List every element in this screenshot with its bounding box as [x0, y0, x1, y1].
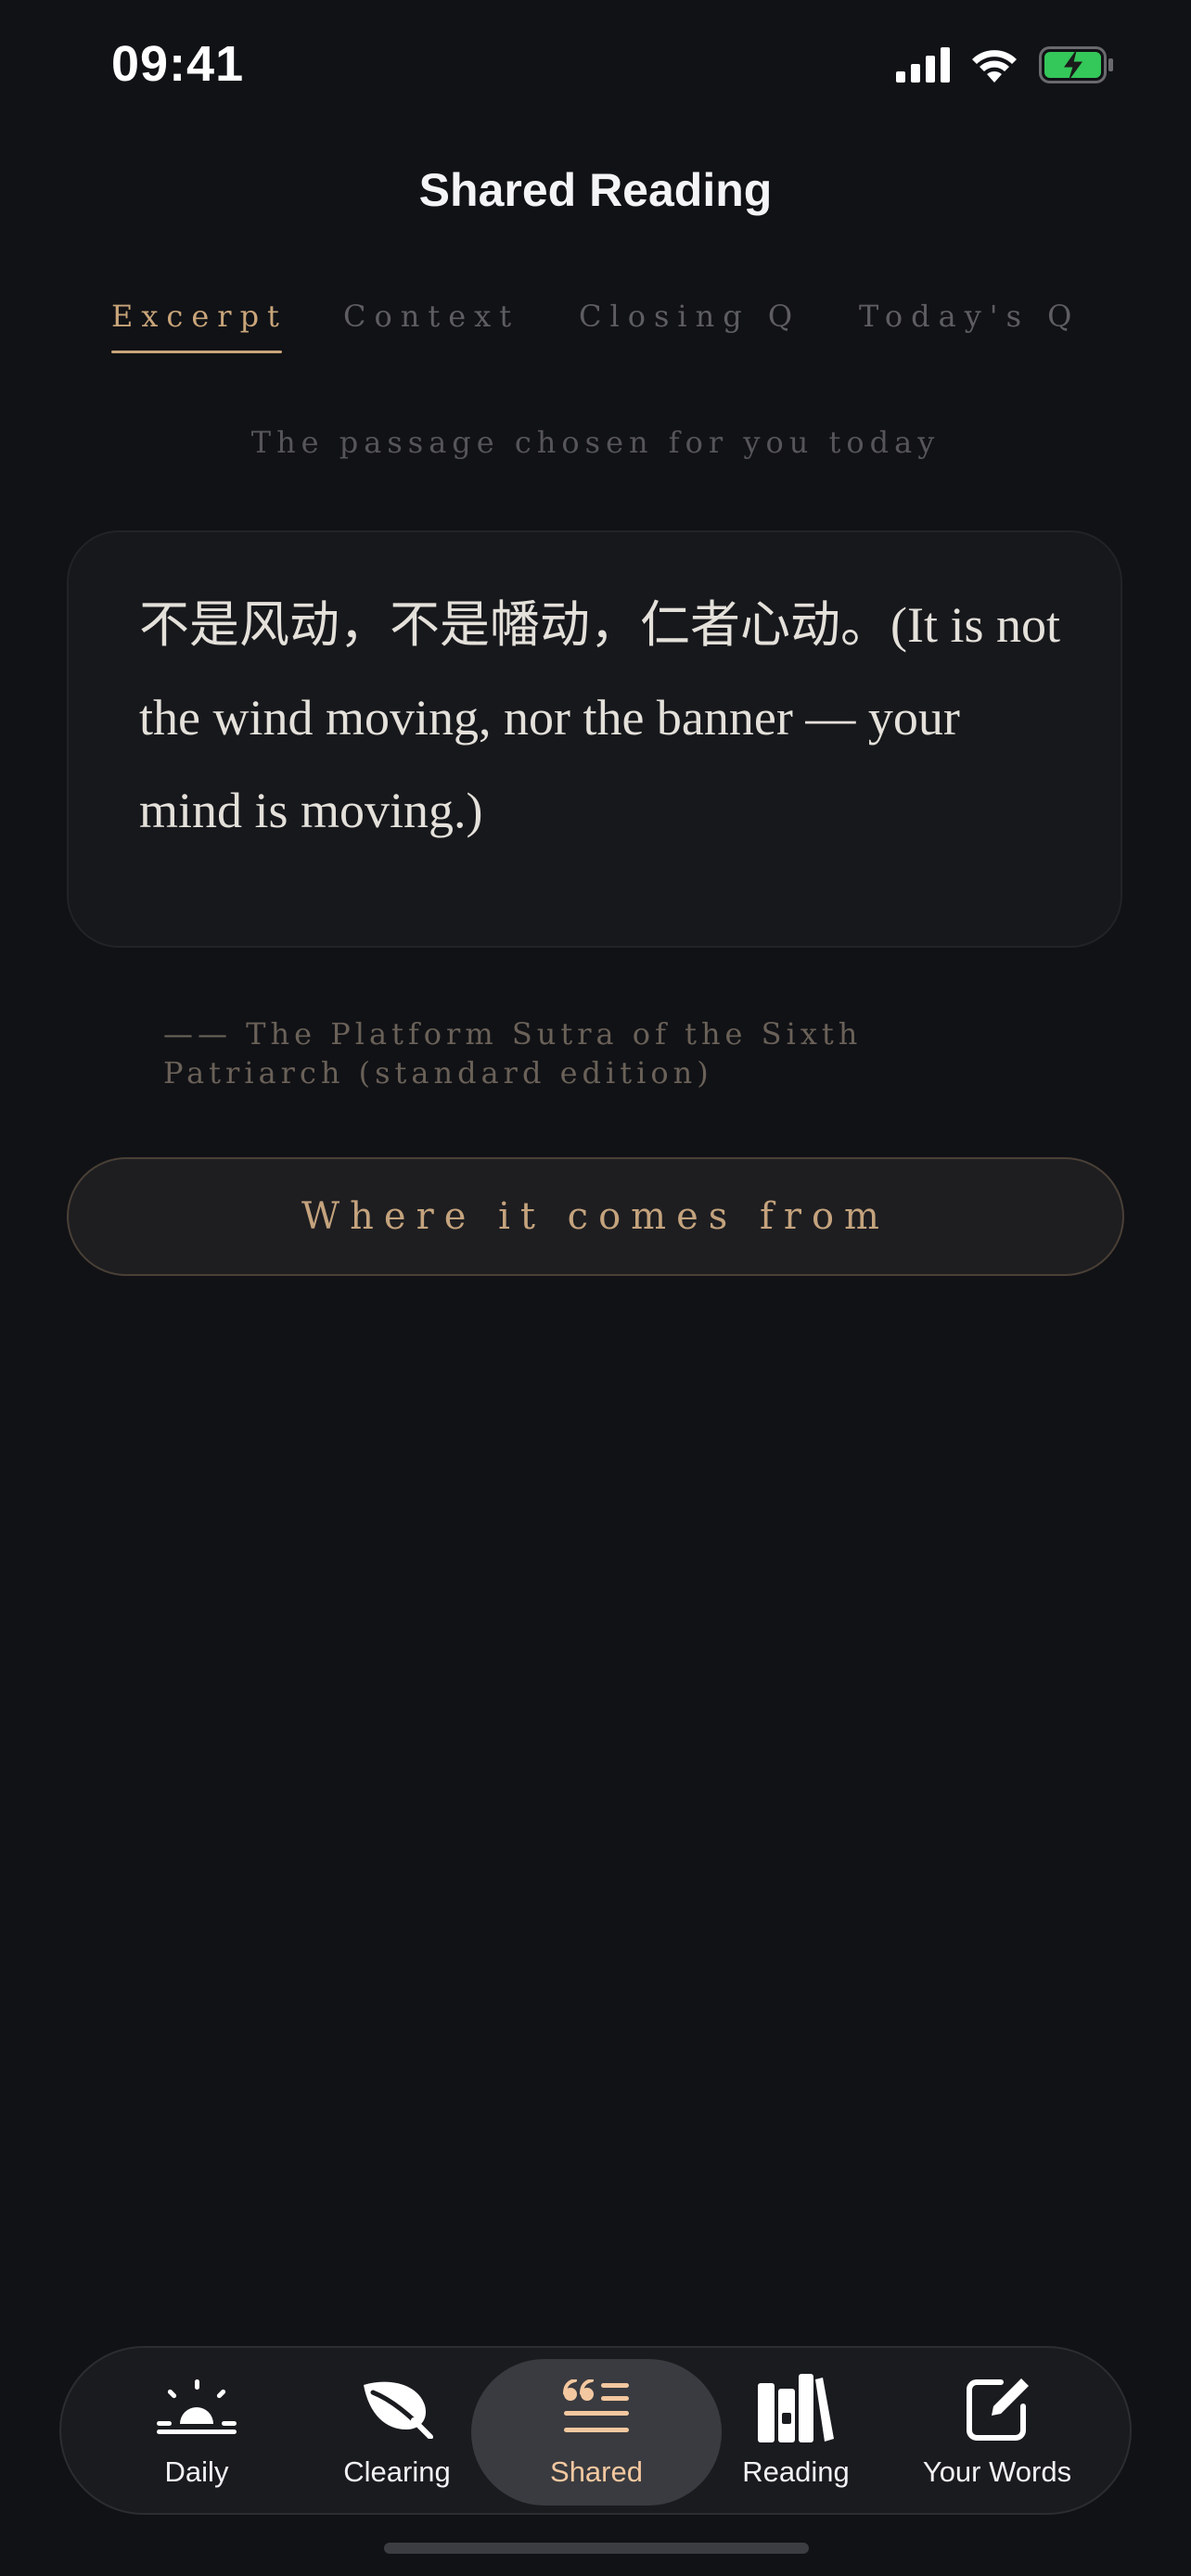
leaf-icon	[364, 2381, 433, 2439]
tabbar-item-daily[interactable]: Daily	[104, 2355, 289, 2506]
screen: 09:41 Shared Reading Excerpt Context Clo…	[0, 0, 1191, 2576]
tabbar-item-reading[interactable]: Reading	[703, 2355, 889, 2506]
sunrise-icon	[157, 2379, 237, 2434]
quote-card: 不是风动，不是幡动，仁者心动。(It is not the wind movin…	[67, 530, 1122, 948]
where-it-comes-from-label: Where it comes from	[301, 1195, 890, 1238]
tabbar-item-shared[interactable]: Shared	[504, 2355, 689, 2506]
quote-text: 不是风动，不是幡动，仁者心动。(It is not the wind movin…	[139, 597, 1060, 838]
segment-tabs: Excerpt Context Closing Q Today's Q	[0, 299, 1191, 354]
tabbar-item-your-words[interactable]: Your Words	[904, 2355, 1090, 2506]
tabbar-label-clearing: Clearing	[343, 2455, 451, 2488]
tab-excerpt[interactable]: Excerpt	[111, 299, 288, 334]
compose-icon	[967, 2378, 1029, 2441]
tabbar-label-reading: Reading	[742, 2455, 850, 2488]
tab-closing-q[interactable]: Closing Q	[579, 299, 800, 334]
tabbar-label-daily: Daily	[164, 2455, 229, 2488]
home-indicator	[384, 2543, 809, 2554]
tabbar-label-your-words: Your Words	[922, 2455, 1072, 2488]
active-tab-underline	[111, 351, 282, 353]
status-icons	[896, 46, 1115, 83]
tab-context[interactable]: Context	[343, 299, 519, 334]
passage-subtitle: The passage chosen for you today	[250, 425, 941, 460]
bottom-tab-bar: Daily Clearing Shared Reading Your Words	[59, 2346, 1132, 2515]
wifi-icon	[972, 50, 1017, 83]
battery-charging-icon	[1039, 46, 1113, 83]
tabbar-label-shared: Shared	[550, 2455, 643, 2488]
tabbar-item-clearing[interactable]: Clearing	[304, 2355, 490, 2506]
cellular-signal-icon	[896, 47, 950, 83]
status-time: 09:41	[111, 36, 245, 92]
books-icon	[758, 2374, 834, 2442]
where-it-comes-from-button[interactable]: Where it comes from	[67, 1157, 1124, 1276]
tab-todays-q[interactable]: Today's Q	[859, 299, 1080, 334]
quote-icon	[563, 2379, 629, 2432]
page-title: Shared Reading	[418, 164, 773, 216]
quote-source: —— The Platform Sutra of the Sixth Patri…	[163, 1016, 863, 1090]
